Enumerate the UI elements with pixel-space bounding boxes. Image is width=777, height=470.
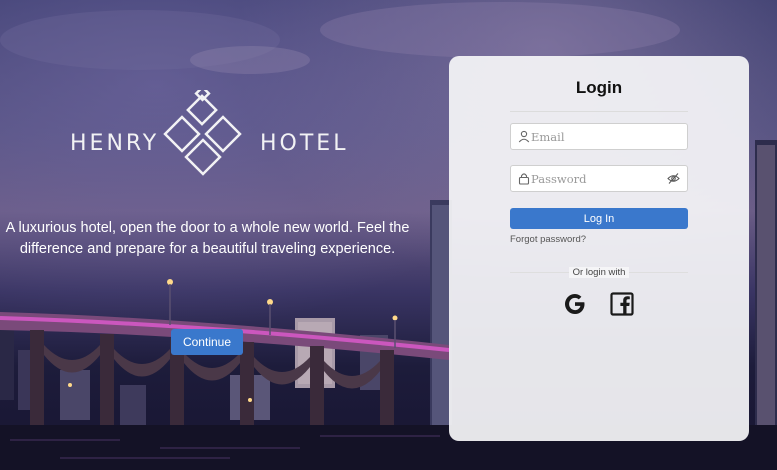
diamond-logo-mark: [163, 90, 242, 176]
email-field[interactable]: [510, 123, 688, 150]
alt-login-label-wrap: Or login with: [449, 267, 749, 278]
hero-tagline: A luxurious hotel, open the door to a wh…: [5, 220, 410, 257]
password-field[interactable]: [510, 165, 688, 192]
brand-right-word: HOTEL: [260, 131, 349, 156]
continue-button[interactable]: Continue: [171, 329, 243, 355]
eye-slash-icon[interactable]: [667, 172, 680, 185]
password-input[interactable]: [531, 166, 661, 191]
alt-login-label: Or login with: [568, 267, 630, 278]
login-title: Login: [575, 78, 623, 97]
user-icon: [518, 130, 530, 143]
email-input[interactable]: [531, 124, 661, 149]
facebook-icon[interactable]: [610, 292, 634, 316]
login-button[interactable]: Log In: [510, 208, 688, 229]
title-divider: [510, 111, 688, 112]
login-card: Login Log In Forgot password? Or login w…: [449, 56, 749, 441]
brand-left-word: HENRY: [70, 131, 160, 156]
forgot-password-link[interactable]: Forgot password?: [510, 234, 586, 245]
google-icon[interactable]: [563, 292, 587, 316]
lock-icon: [518, 173, 530, 185]
hotel-logo: HENRY HOTEL: [68, 90, 348, 182]
